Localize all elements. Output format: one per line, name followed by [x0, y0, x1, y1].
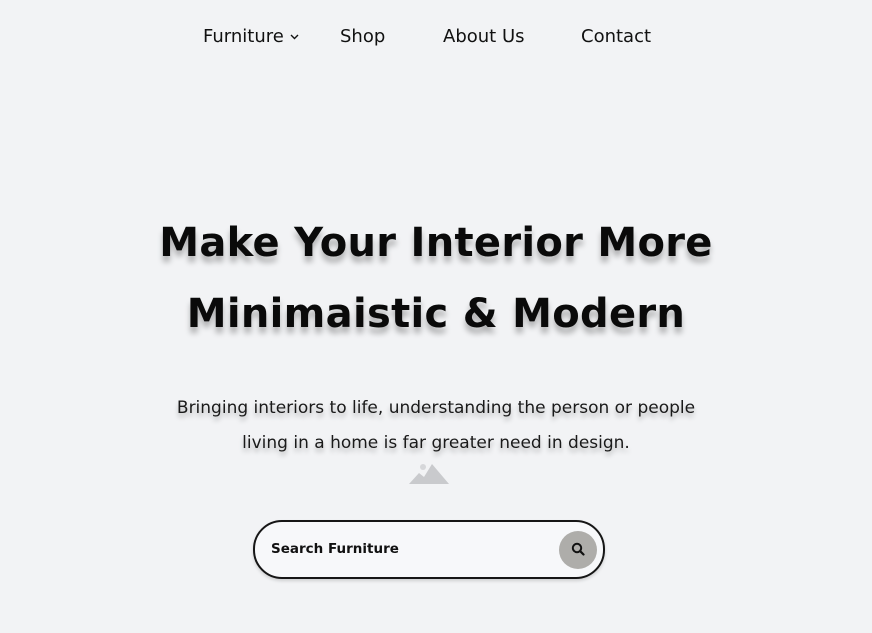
nav-item-label: Shop	[340, 26, 386, 47]
hero-title: Make Your Interior More Minimaistic & Mo…	[80, 208, 792, 350]
nav-item-contact[interactable]: Contact	[581, 22, 651, 52]
image-placeholder-icon	[409, 460, 449, 484]
nav-item-label: Contact	[581, 26, 652, 47]
search-icon	[571, 542, 585, 559]
nav-item-label: About Us	[443, 26, 525, 47]
hero-subtitle-line-2: living in a home is far greater need in …	[242, 433, 630, 453]
chevron-down-icon	[290, 20, 299, 50]
search-button[interactable]	[559, 531, 597, 569]
search-bar	[253, 520, 605, 579]
hero-title-line-1: Make Your Interior More	[159, 220, 713, 266]
hero-title-line-2: Minimaistic & Modern	[186, 291, 686, 337]
nav-item-label: Furniture	[203, 26, 284, 47]
nav-item-shop[interactable]: Shop	[340, 22, 385, 52]
hero-subtitle-line-1: Bringing interiors to life, understandin…	[176, 398, 696, 418]
nav-item-furniture[interactable]: Furniture	[203, 22, 299, 52]
search-input[interactable]	[271, 535, 541, 563]
hero-subtitle: Bringing interiors to life, understandin…	[150, 391, 722, 461]
main-nav: Furniture Shop About Us Contact	[0, 22, 872, 52]
nav-item-about-us[interactable]: About Us	[443, 22, 525, 52]
